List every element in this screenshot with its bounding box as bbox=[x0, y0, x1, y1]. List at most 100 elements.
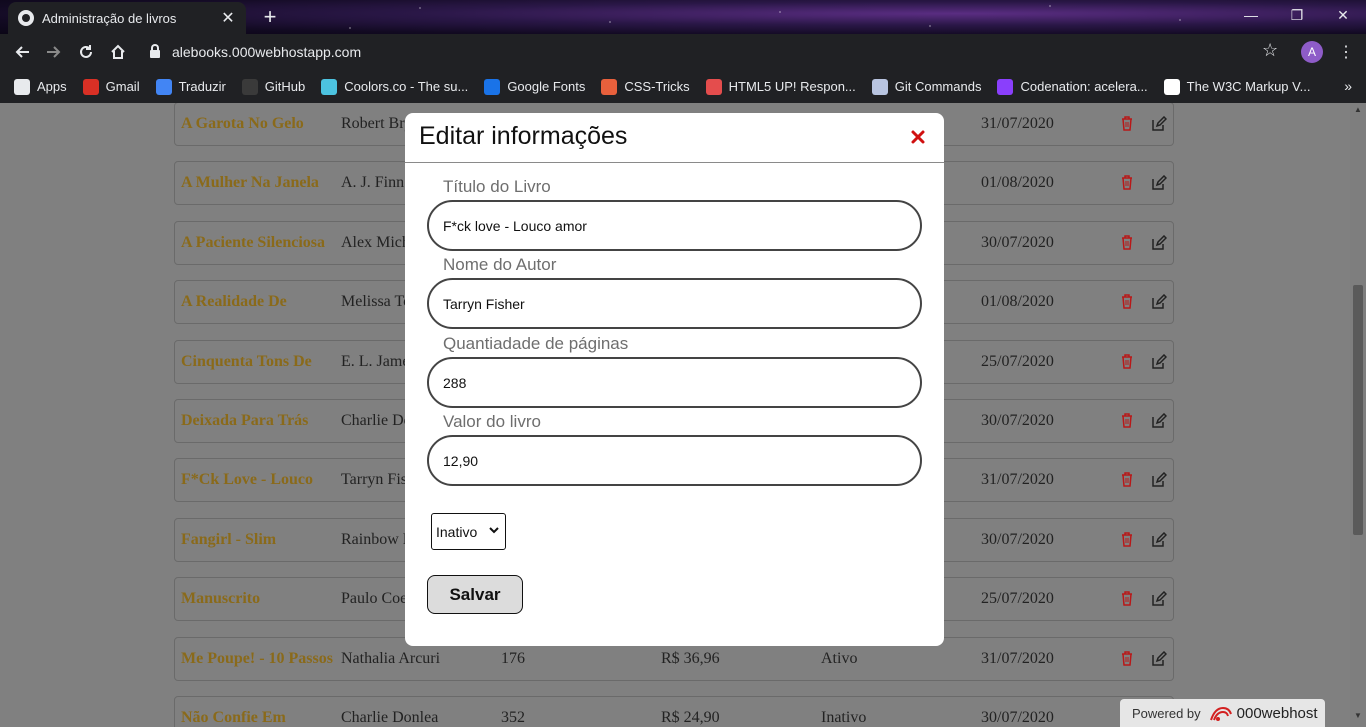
book-date-cell: 25/07/2020 bbox=[981, 352, 1054, 370]
modal-header: Editar informações bbox=[405, 113, 944, 163]
delete-trash-icon[interactable] bbox=[1121, 532, 1133, 547]
webhost-brand: 000webhost bbox=[1236, 704, 1318, 722]
back-icon[interactable] bbox=[6, 36, 38, 68]
bookmark-item[interactable]: Traduzir bbox=[155, 78, 226, 95]
author-name-label: Nome do Autor bbox=[443, 255, 557, 274]
bookmark-star-icon[interactable]: ☆ bbox=[1262, 40, 1278, 61]
author-name-input[interactable] bbox=[427, 278, 922, 329]
book-price-cell: R$ 24,90 bbox=[661, 709, 720, 726]
delete-trash-icon[interactable] bbox=[1121, 650, 1133, 666]
edit-pencil-icon[interactable] bbox=[1151, 413, 1167, 429]
book-row: Não Confie Em Charlie Donlea 352 R$ 24,90 In… bbox=[174, 696, 1174, 727]
html5up-icon bbox=[705, 78, 722, 95]
status-select[interactable]: Inativo bbox=[431, 513, 506, 550]
bookmark-item[interactable]: Codenation: acelera... bbox=[997, 78, 1148, 95]
bookmark-item[interactable]: Google Fonts bbox=[484, 78, 585, 95]
bookmark-item[interactable]: Git Commands bbox=[871, 78, 982, 95]
book-title-cell: F*Ck Love - Louco bbox=[181, 471, 313, 489]
new-tab-button[interactable]: + bbox=[256, 4, 284, 30]
edit-pencil-icon[interactable] bbox=[1151, 591, 1167, 607]
powered-by-badge[interactable]: Powered by 000webhost bbox=[1120, 699, 1325, 727]
tab-close-icon[interactable]: ✕ bbox=[220, 8, 236, 28]
github-icon bbox=[241, 78, 258, 95]
bookmark-label: Gmail bbox=[105, 79, 140, 94]
book-price-label: Valor do livro bbox=[443, 412, 541, 431]
git-icon bbox=[871, 78, 888, 95]
translate-icon bbox=[155, 78, 172, 95]
save-button[interactable]: Salvar bbox=[427, 575, 523, 614]
delete-trash-icon[interactable] bbox=[1121, 175, 1133, 191]
reload-icon[interactable] bbox=[70, 36, 102, 68]
delete-trash-icon[interactable] bbox=[1121, 116, 1133, 131]
book-status-cell: Inativo bbox=[821, 709, 867, 726]
status-select-value: Inativo bbox=[436, 523, 478, 540]
bookmark-label: Coolors.co - The su... bbox=[344, 79, 469, 94]
delete-trash-icon[interactable] bbox=[1121, 591, 1133, 606]
book-title-cell: Não Confie Em bbox=[181, 709, 286, 726]
modal-close-icon[interactable] bbox=[910, 129, 926, 145]
book-author-cell: Charlie Donlea bbox=[341, 709, 439, 726]
book-title-cell: Manuscrito bbox=[181, 590, 261, 608]
profile-avatar[interactable]: A bbox=[1301, 41, 1323, 63]
edit-pencil-icon[interactable] bbox=[1151, 175, 1167, 191]
bookmark-item[interactable]: Gmail bbox=[82, 78, 140, 95]
browser-tab[interactable]: Administração de livros ✕ bbox=[8, 2, 246, 34]
delete-trash-icon[interactable] bbox=[1121, 413, 1133, 428]
book-date-cell: 30/07/2020 bbox=[981, 709, 1054, 726]
bookmark-item[interactable]: CSS-Tricks bbox=[601, 78, 690, 95]
book-status-cell: Ativo bbox=[821, 649, 858, 667]
book-date-cell: 30/07/2020 bbox=[981, 233, 1054, 251]
book-title-cell: A Realidade De bbox=[181, 293, 287, 311]
delete-trash-icon[interactable] bbox=[1121, 235, 1133, 250]
close-window-icon[interactable]: ✕ bbox=[1320, 0, 1366, 30]
modal-title: Editar informações bbox=[419, 122, 628, 150]
bookmark-label: Apps bbox=[37, 79, 67, 94]
bookmark-label: Git Commands bbox=[894, 79, 982, 94]
home-icon[interactable] bbox=[102, 36, 134, 68]
url-text: alebooks.000webhostapp.com bbox=[172, 44, 362, 60]
delete-trash-icon[interactable] bbox=[1121, 353, 1133, 369]
page-scrollbar[interactable]: ▲ ▼ bbox=[1350, 103, 1366, 727]
scroll-down-icon[interactable]: ▼ bbox=[1350, 711, 1366, 725]
bookmark-label: The W3C Markup V... bbox=[1186, 79, 1311, 94]
google-fonts-icon bbox=[484, 78, 501, 95]
edit-pencil-icon[interactable] bbox=[1151, 531, 1167, 548]
book-date-cell: 31/07/2020 bbox=[981, 471, 1054, 489]
bookmarks-overflow-icon[interactable]: » bbox=[1344, 78, 1352, 94]
forward-icon[interactable] bbox=[38, 36, 70, 68]
address-bar[interactable]: alebooks.000webhostapp.com bbox=[142, 38, 1292, 66]
book-date-cell: 01/08/2020 bbox=[981, 293, 1054, 311]
edit-pencil-icon[interactable] bbox=[1151, 234, 1167, 251]
book-author-cell: Nathalia Arcuri bbox=[341, 649, 441, 667]
delete-trash-icon[interactable] bbox=[1121, 294, 1133, 309]
book-title-cell: A Paciente Silenciosa bbox=[181, 233, 325, 251]
edit-pencil-icon[interactable] bbox=[1151, 116, 1167, 132]
book-price-input[interactable] bbox=[427, 435, 922, 486]
book-title-cell: Fangirl - Slim bbox=[181, 530, 277, 548]
scroll-up-icon[interactable]: ▲ bbox=[1350, 105, 1366, 119]
bookmark-label: Traduzir bbox=[178, 79, 226, 94]
book-date-cell: 25/07/2020 bbox=[981, 590, 1054, 608]
book-title-cell: A Mulher Na Janela bbox=[181, 174, 319, 192]
bookmark-item[interactable]: Apps bbox=[14, 78, 67, 95]
delete-trash-icon[interactable] bbox=[1121, 472, 1133, 488]
book-date-cell: 30/07/2020 bbox=[981, 412, 1054, 429]
scrollbar-thumb[interactable] bbox=[1353, 285, 1363, 535]
page-count-input[interactable] bbox=[427, 357, 922, 408]
book-date-cell: 30/07/2020 bbox=[981, 530, 1054, 548]
bookmark-item[interactable]: GitHub bbox=[241, 78, 305, 95]
edit-pencil-icon[interactable] bbox=[1151, 294, 1167, 310]
edit-pencil-icon[interactable] bbox=[1151, 472, 1167, 488]
bookmark-item[interactable]: Coolors.co - The su... bbox=[321, 78, 469, 95]
bookmark-item[interactable]: The W3C Markup V... bbox=[1163, 78, 1311, 95]
edit-pencil-icon[interactable] bbox=[1151, 650, 1167, 667]
browser-menu-icon[interactable]: ⋮ bbox=[1338, 42, 1354, 62]
restore-window-icon[interactable]: ❐ bbox=[1274, 0, 1320, 30]
edit-pencil-icon[interactable] bbox=[1151, 353, 1167, 370]
book-title-input[interactable] bbox=[427, 200, 922, 251]
bookmark-label: CSS-Tricks bbox=[624, 79, 690, 94]
lock-icon bbox=[150, 44, 160, 58]
bookmark-item[interactable]: HTML5 UP! Respon... bbox=[705, 78, 856, 95]
minimize-window-icon[interactable]: — bbox=[1228, 0, 1274, 30]
codenation-icon bbox=[997, 78, 1014, 95]
